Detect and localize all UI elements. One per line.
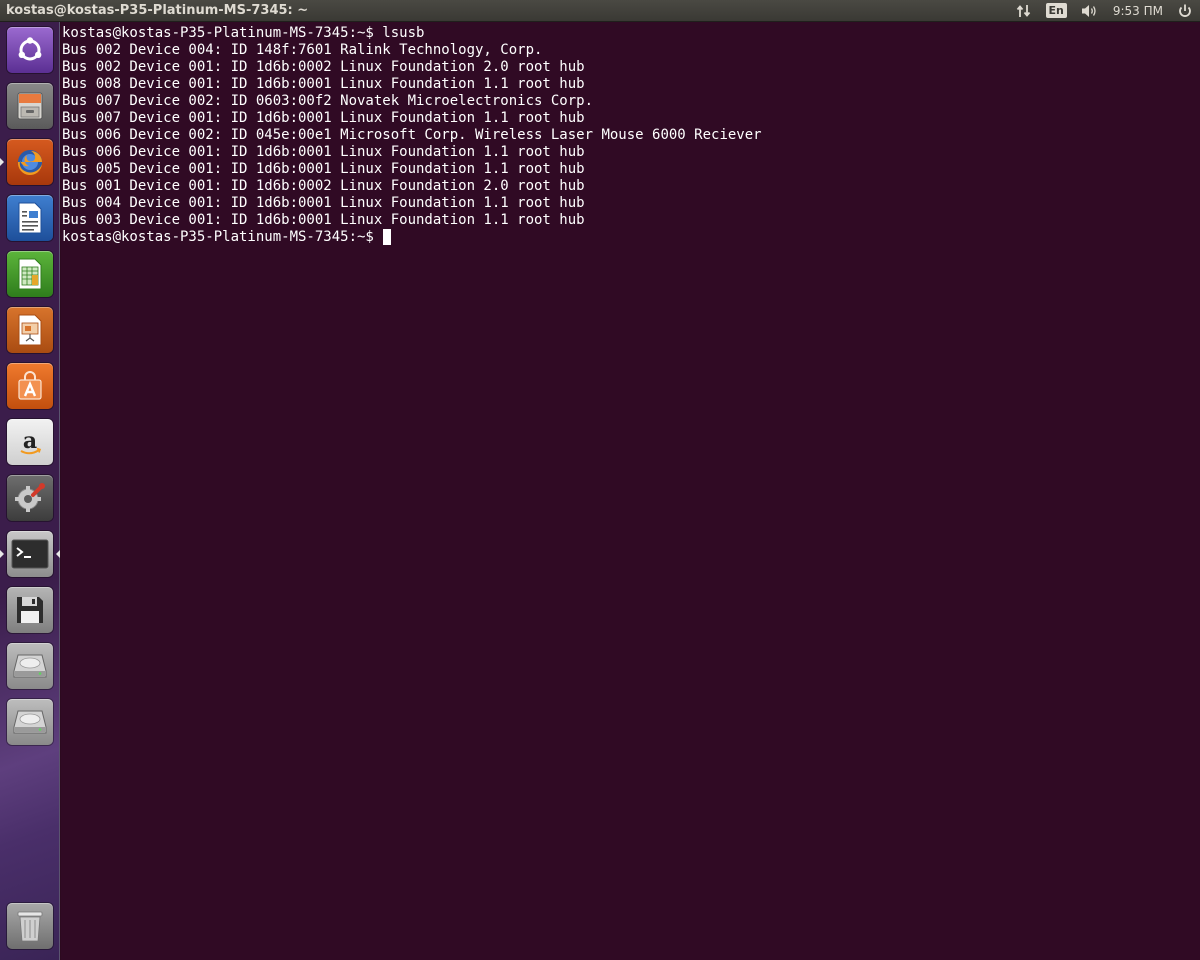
terminal-line: Bus 007 Device 002: ID 0603:00f2 Novatek… bbox=[62, 93, 594, 109]
launcher-drive-2[interactable] bbox=[6, 698, 54, 746]
impress-presentation-icon bbox=[7, 307, 53, 353]
running-indicator bbox=[0, 550, 4, 558]
power-icon[interactable] bbox=[1170, 0, 1200, 22]
terminal-line: Bus 006 Device 001: ID 1d6b:0001 Linux F… bbox=[62, 144, 585, 160]
launcher-terminal[interactable] bbox=[0, 530, 60, 578]
terminal-line: Bus 006 Device 002: ID 045e:00e1 Microso… bbox=[62, 127, 762, 143]
terminal-line: Bus 005 Device 001: ID 1d6b:0001 Linux F… bbox=[62, 161, 585, 177]
launcher: a bbox=[0, 22, 60, 960]
floppy-icon bbox=[7, 587, 53, 633]
ubuntu-logo-icon bbox=[7, 27, 53, 73]
launcher-amazon[interactable]: a bbox=[6, 418, 54, 466]
terminal-line: Bus 002 Device 004: ID 148f:7601 Ralink … bbox=[62, 42, 543, 58]
running-indicator bbox=[0, 158, 4, 166]
terminal-window[interactable]: kostas@kostas-P35-Platinum-MS-7345:~$ ls… bbox=[61, 22, 1200, 960]
launcher-drive-1[interactable] bbox=[6, 642, 54, 690]
window-title: kostas@kostas-P35-Platinum-MS-7345: ~ bbox=[6, 3, 309, 18]
volume-icon[interactable] bbox=[1074, 0, 1106, 22]
terminal-line: Bus 007 Device 001: ID 1d6b:0001 Linux F… bbox=[62, 110, 585, 126]
focused-indicator bbox=[56, 550, 60, 558]
launcher-firefox[interactable] bbox=[0, 138, 54, 186]
settings-wrench-icon bbox=[7, 475, 53, 521]
terminal-line: Bus 001 Device 001: ID 1d6b:0002 Linux F… bbox=[62, 178, 585, 194]
hard-drive-icon bbox=[7, 643, 53, 689]
terminal-icon bbox=[7, 531, 53, 577]
writer-document-icon bbox=[7, 195, 53, 241]
firefox-icon bbox=[7, 139, 53, 185]
terminal-prompt-line[interactable]: kostas@kostas-P35-Platinum-MS-7345:~$ bbox=[62, 229, 762, 246]
terminal-line: Bus 002 Device 001: ID 1d6b:0002 Linux F… bbox=[62, 59, 585, 75]
launcher-software-center[interactable] bbox=[6, 362, 54, 410]
clock[interactable]: 9:53 ПМ bbox=[1106, 0, 1170, 22]
network-updown-icon[interactable] bbox=[1009, 0, 1039, 22]
svg-text:a: a bbox=[23, 428, 37, 454]
indicator-area: En 9:53 ПМ bbox=[1009, 0, 1200, 22]
terminal-line: Bus 008 Device 001: ID 1d6b:0001 Linux F… bbox=[62, 76, 585, 92]
keyboard-layout-label: En bbox=[1045, 3, 1067, 18]
terminal-line: Bus 004 Device 001: ID 1d6b:0001 Linux F… bbox=[62, 195, 585, 211]
amazon-icon: a bbox=[7, 419, 53, 465]
trash-icon bbox=[7, 903, 53, 949]
terminal-prompt: kostas@kostas-P35-Platinum-MS-7345:~$ bbox=[62, 229, 383, 245]
top-panel: kostas@kostas-P35-Platinum-MS-7345: ~ En… bbox=[0, 0, 1200, 22]
shopping-bag-icon bbox=[7, 363, 53, 409]
launcher-libreoffice-writer[interactable] bbox=[6, 194, 54, 242]
launcher-save-device[interactable] bbox=[6, 586, 54, 634]
launcher-libreoffice-calc[interactable] bbox=[6, 250, 54, 298]
terminal-line: Bus 003 Device 001: ID 1d6b:0001 Linux F… bbox=[62, 212, 585, 228]
text-cursor bbox=[383, 229, 392, 245]
terminal-output: kostas@kostas-P35-Platinum-MS-7345:~$ ls… bbox=[62, 25, 762, 246]
keyboard-layout-indicator[interactable]: En bbox=[1039, 0, 1074, 22]
file-cabinet-icon bbox=[7, 83, 53, 129]
launcher-files[interactable] bbox=[6, 82, 54, 130]
hard-drive-icon bbox=[7, 699, 53, 745]
launcher-system-settings[interactable] bbox=[6, 474, 54, 522]
launcher-trash[interactable] bbox=[6, 902, 54, 950]
launcher-dash-home[interactable] bbox=[6, 26, 54, 74]
calc-spreadsheet-icon bbox=[7, 251, 53, 297]
launcher-libreoffice-impress[interactable] bbox=[6, 306, 54, 354]
terminal-line: kostas@kostas-P35-Platinum-MS-7345:~$ ls… bbox=[62, 25, 425, 41]
